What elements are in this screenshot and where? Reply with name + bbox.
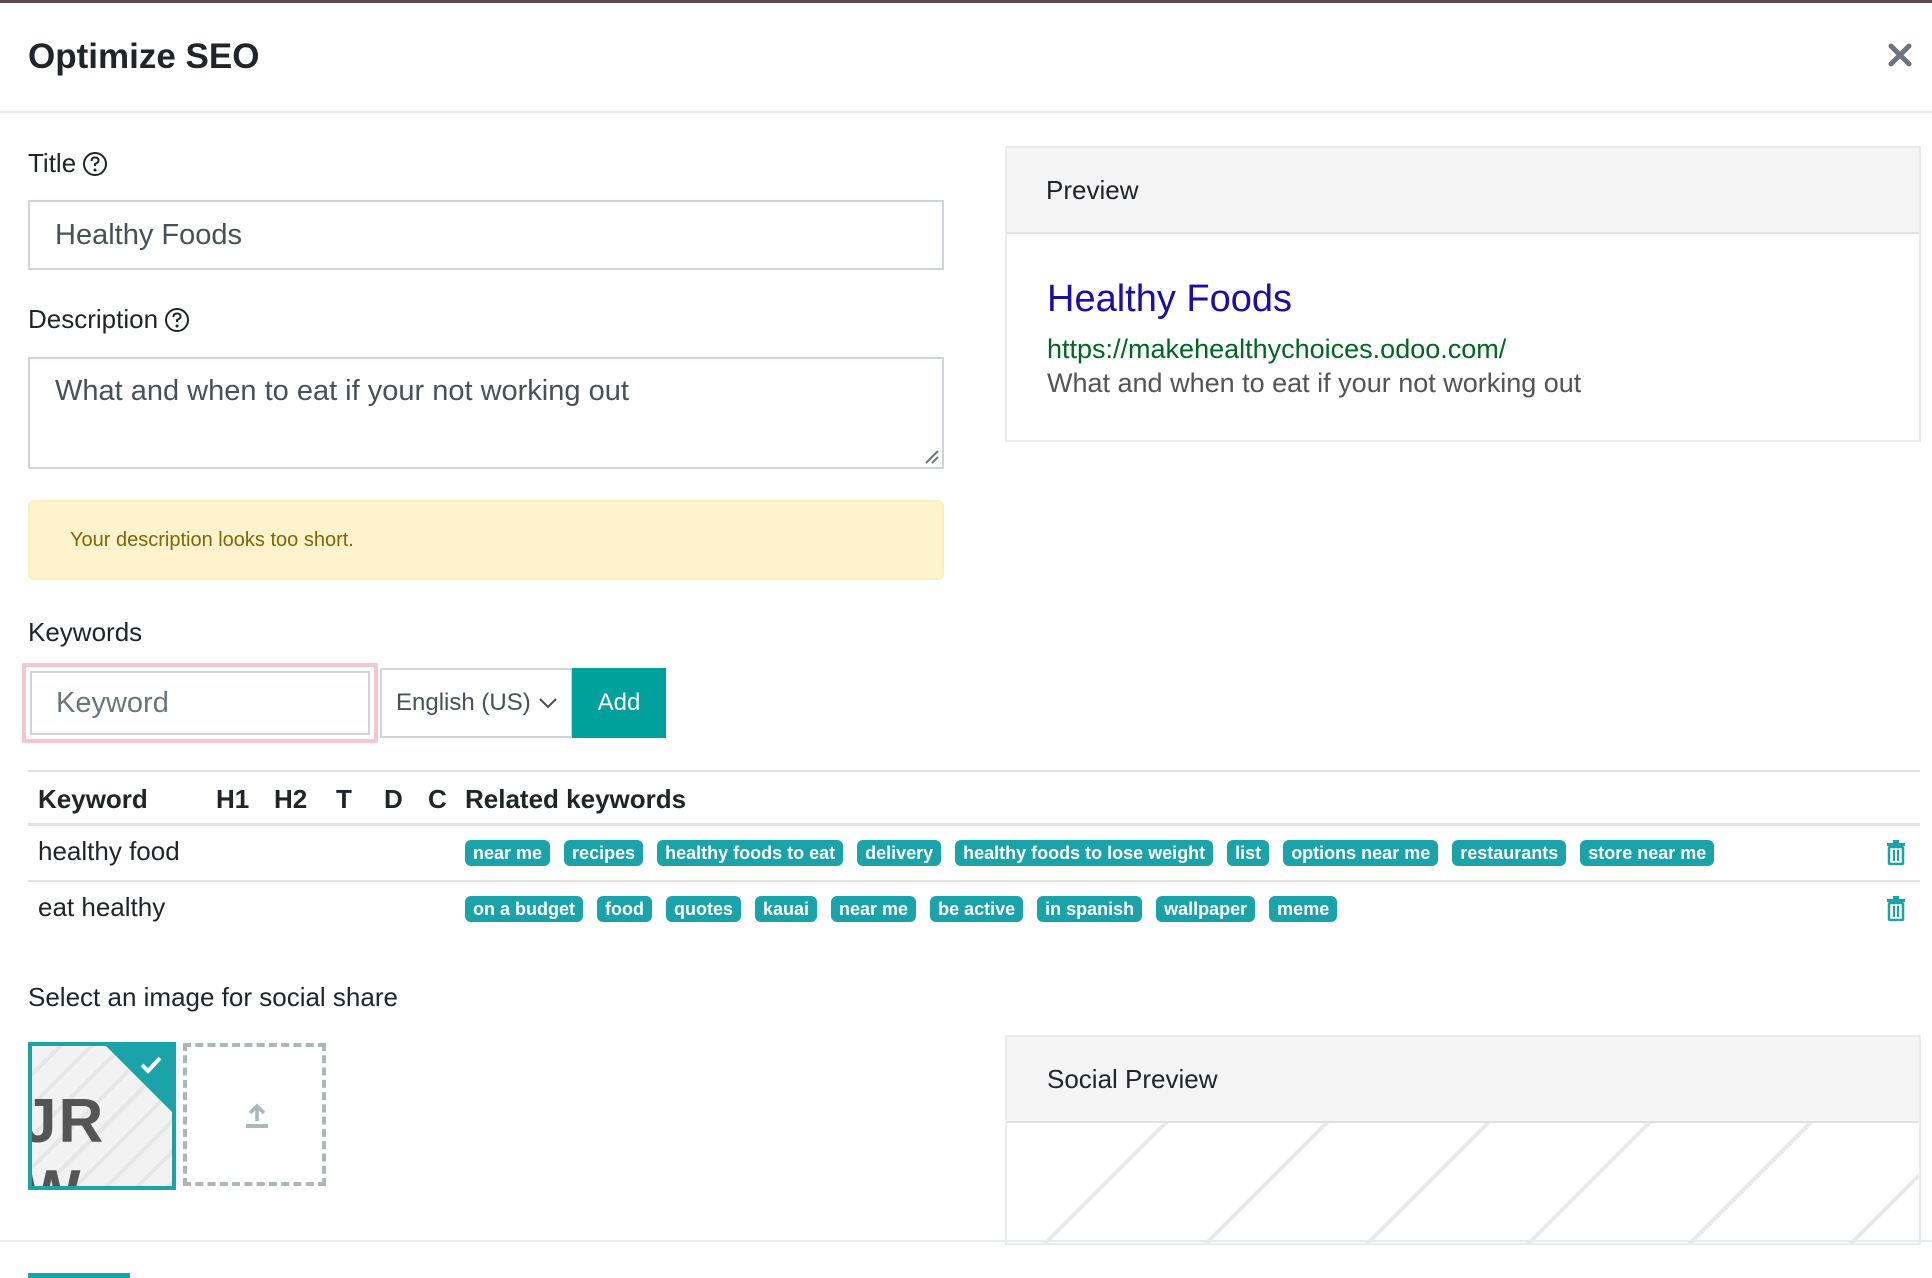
description-textarea[interactable]: What and when to eat if your not working… [28, 357, 944, 469]
header-d: D [384, 784, 403, 814]
description-label: Description [28, 304, 190, 335]
description-warning: Your description looks too short. [28, 500, 944, 580]
description-label-text: Description [28, 304, 159, 334]
related-keyword-tag[interactable]: kauai [755, 896, 818, 922]
upload-icon [246, 1103, 268, 1128]
social-image-thumbnail-selected[interactable]: JR W [28, 1042, 176, 1190]
add-keyword-button[interactable]: Add [572, 668, 666, 738]
header-h1: H1 [216, 784, 250, 814]
related-keyword-tag[interactable]: in spanish [1037, 896, 1143, 922]
table-row: eat healthy on a budget food quotes kaua… [28, 882, 1920, 938]
related-keyword-tag[interactable]: wallpaper [1156, 896, 1256, 922]
header-c: C [428, 784, 447, 814]
title-input[interactable]: Healthy Foods [28, 200, 944, 270]
chevron-down-icon [539, 698, 557, 709]
keyword-cell: healthy food [38, 836, 180, 866]
header-h2: H2 [274, 784, 308, 814]
header-related: Related keywords [465, 784, 687, 814]
social-image-label: Select an image for social share [28, 982, 398, 1012]
related-keyword-tag[interactable]: restaurants [1452, 840, 1567, 866]
related-keywords: on a budget food quotes kauai near me be… [465, 896, 1338, 922]
footer-divider [0, 1240, 1932, 1242]
preview-heading: Preview [1007, 148, 1919, 234]
related-keyword-tag[interactable]: on a budget [465, 896, 583, 922]
check-icon [140, 1056, 162, 1074]
trash-icon[interactable] [1885, 839, 1907, 865]
keywords-label: Keywords [28, 617, 143, 647]
warning-text: Your description looks too short. [70, 528, 354, 551]
related-keyword-tag[interactable]: near me [465, 840, 551, 866]
related-keyword-tag[interactable]: recipes [564, 840, 644, 866]
help-icon[interactable] [82, 151, 108, 177]
related-keyword-tag[interactable]: store near me [1580, 840, 1715, 866]
language-select[interactable]: English (US) [380, 668, 573, 738]
upload-image-button[interactable] [183, 1043, 326, 1186]
modal-header: Optimize SEO [0, 3, 1932, 113]
related-keywords: near me recipes healthy foods to eat del… [465, 840, 1715, 866]
trash-icon[interactable] [1885, 895, 1907, 921]
related-keyword-tag[interactable]: delivery [857, 840, 942, 866]
header-t: T [336, 784, 352, 814]
title-label-text: Title [28, 148, 77, 178]
keyword-input-focus-ring: Keyword [22, 663, 378, 743]
description-text: What and when to eat if your not working… [55, 375, 629, 407]
resize-handle-icon[interactable] [920, 445, 940, 465]
related-keyword-tag[interactable]: healthy foods to lose weight [955, 840, 1214, 866]
keywords-table: Keyword H1 H2 T D C Related keywords hea… [28, 770, 1920, 938]
language-value: English (US) [396, 689, 531, 716]
footer-button-edge [28, 1273, 130, 1278]
title-label: Title [28, 148, 108, 179]
preview-url: https://makehealthychoices.odoo.com/ [1047, 334, 1507, 364]
related-keyword-tag[interactable]: quotes [665, 896, 741, 922]
keyword-input[interactable]: Keyword [30, 671, 370, 735]
social-preview-card: Social Preview [1005, 1035, 1921, 1245]
related-keyword-tag[interactable]: food [597, 896, 652, 922]
preview-description: What and when to eat if your not working… [1047, 368, 1582, 398]
related-keyword-tag[interactable]: near me [831, 896, 917, 922]
related-keyword-tag[interactable]: meme [1269, 896, 1338, 922]
close-icon[interactable] [1882, 37, 1918, 73]
related-keyword-tag[interactable]: options near me [1283, 840, 1439, 866]
related-keyword-tag[interactable]: be active [930, 896, 1024, 922]
related-keyword-tag[interactable]: list [1227, 840, 1270, 866]
header-keyword: Keyword [38, 784, 148, 814]
keywords-table-header: Keyword H1 H2 T D C Related keywords [28, 770, 1920, 826]
social-preview-image-placeholder [1007, 1123, 1919, 1243]
preview-title: Healthy Foods [1047, 278, 1293, 320]
related-keyword-tag[interactable]: healthy foods to eat [657, 840, 844, 866]
social-preview-heading: Social Preview [1007, 1037, 1919, 1123]
keyword-cell: eat healthy [38, 892, 166, 922]
table-row: healthy food near me recipes healthy foo… [28, 826, 1920, 882]
help-icon[interactable] [164, 307, 190, 333]
modal-title: Optimize SEO [28, 37, 260, 76]
search-preview-card: Preview Healthy Foods https://makehealth… [1005, 146, 1921, 442]
